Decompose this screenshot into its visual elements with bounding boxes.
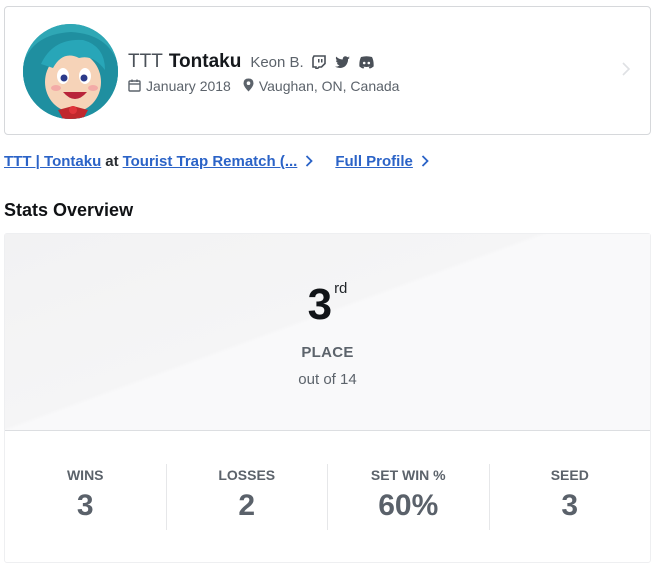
calendar-icon: [128, 79, 141, 95]
twitch-icon[interactable]: [311, 55, 326, 74]
player-profile-card[interactable]: TTT Tontaku Keon B. January 2018 Vaughan…: [4, 6, 651, 135]
avatar-image: [23, 24, 118, 119]
stat-value: 60%: [378, 489, 439, 522]
social-links: [311, 55, 374, 74]
real-name: Keon B.: [250, 54, 304, 71]
location-pin-icon: [243, 78, 254, 95]
stat-label: SEED: [550, 467, 589, 483]
stat-losses: LOSSES 2: [167, 464, 328, 530]
joined-date: January 2018: [146, 77, 231, 94]
stat-value: 3: [561, 489, 579, 522]
section-title: Stats Overview: [4, 200, 134, 220]
chevron-right-icon[interactable]: [421, 154, 429, 171]
stat-set-win-percent: SET WIN % 60%: [328, 464, 490, 530]
stats-row: WINS 3 LOSSES 2 SET WIN % 60% SEED 3: [5, 464, 650, 530]
placement-number: 3rd: [5, 280, 650, 330]
stat-label: WINS: [66, 467, 104, 483]
player-event-links: TTT | Tontaku at Tourist Trap Rematch (.…: [4, 153, 451, 170]
player-name-row: TTT Tontaku Keon B.: [128, 51, 374, 73]
placement-value: 3: [307, 280, 333, 329]
placement-total: out of 14: [298, 371, 357, 388]
location: Vaughan, ON, Canada: [258, 77, 400, 94]
placement-panel: 3rd PLACE out of 14: [5, 234, 650, 431]
event-link[interactable]: Tourist Trap Rematch (...: [123, 153, 298, 170]
stats-overview-card: 3rd PLACE out of 14 WINS 3 LOSSES 2 SET …: [4, 233, 651, 563]
chevron-right-icon[interactable]: [622, 62, 631, 81]
stat-label: SET WIN %: [370, 467, 446, 483]
full-profile-link[interactable]: Full Profile: [335, 153, 413, 170]
stat-value: 2: [238, 489, 256, 522]
player-meta-row: January 2018 Vaughan, ON, Canada: [128, 77, 399, 94]
at-text: at: [105, 153, 119, 170]
stat-value: 3: [76, 489, 94, 522]
placement-suffix: rd: [334, 280, 348, 297]
player-link[interactable]: TTT | Tontaku: [4, 153, 101, 170]
stat-wins: WINS 3: [5, 464, 167, 530]
avatar[interactable]: [23, 24, 118, 119]
chevron-right-icon[interactable]: [305, 154, 314, 171]
discord-icon[interactable]: [359, 55, 374, 74]
twitter-icon[interactable]: [334, 55, 350, 74]
stat-seed: SEED 3: [490, 464, 651, 530]
team-prefix: TTT: [128, 51, 163, 72]
placement-label: PLACE: [301, 344, 354, 361]
gamertag: Tontaku: [168, 51, 242, 72]
stat-label: LOSSES: [218, 467, 276, 483]
